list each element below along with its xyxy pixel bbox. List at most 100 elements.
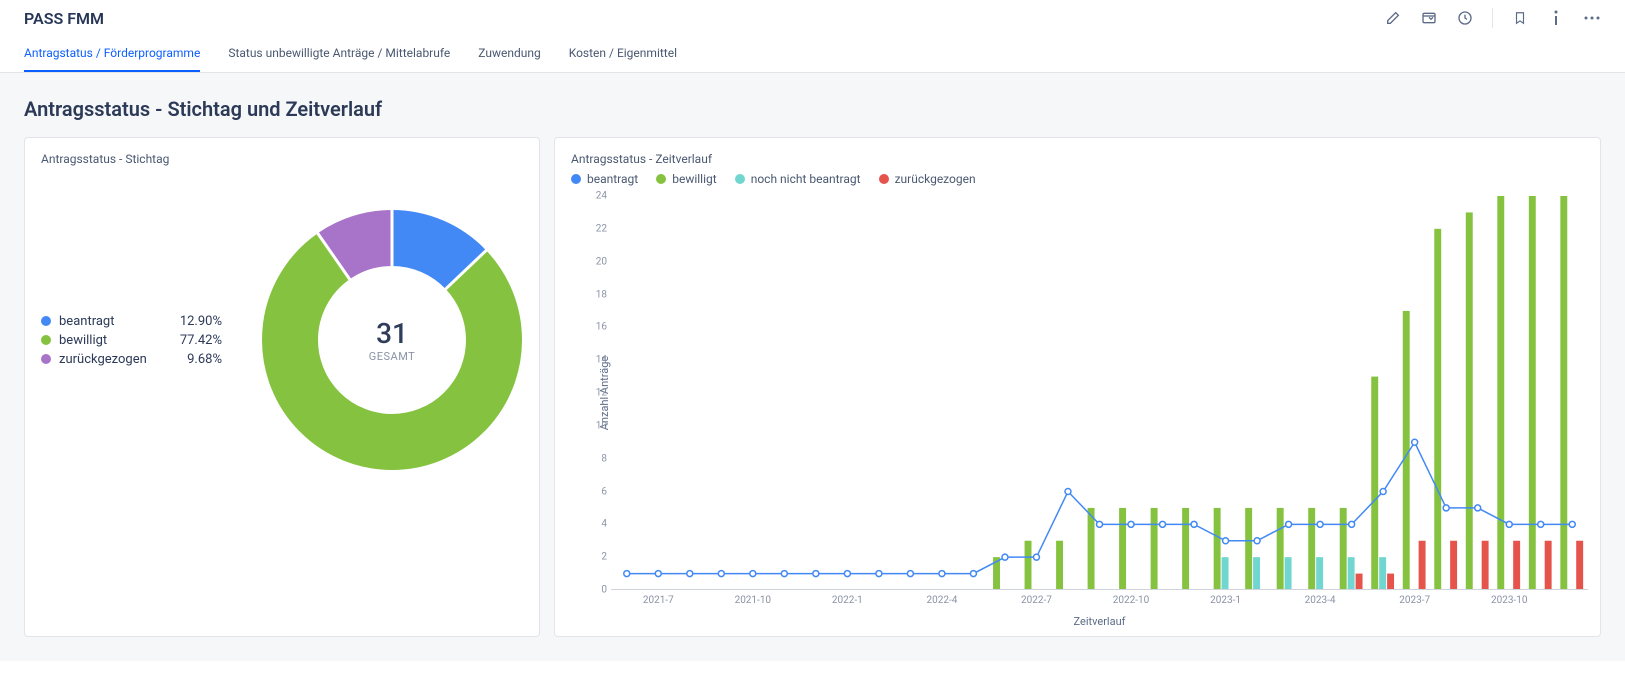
more-icon[interactable] bbox=[1583, 9, 1601, 27]
bar-bewilligt bbox=[1371, 377, 1378, 590]
x-tick: 2023-7 bbox=[1399, 595, 1430, 606]
legend-label: bewilligt bbox=[59, 333, 164, 348]
x-tick: 2023-10 bbox=[1491, 595, 1527, 606]
line-point bbox=[1538, 521, 1544, 527]
donut-legend-item: beantragt12.90% bbox=[41, 314, 222, 329]
bar-zurückgezogen bbox=[1513, 541, 1520, 590]
card-antragsstatus-zeitverlauf: Antragsstatus - Zeitverlauf beantragt bew… bbox=[554, 137, 1601, 637]
y-tick: 0 bbox=[585, 585, 607, 596]
edit-icon[interactable] bbox=[1384, 9, 1402, 27]
timeline-legend-item: beantragt bbox=[571, 172, 638, 186]
bar-bewilligt bbox=[1245, 508, 1252, 590]
line-point bbox=[687, 571, 693, 577]
line-point bbox=[750, 571, 756, 577]
x-tick: 2022-7 bbox=[1021, 595, 1052, 606]
tab-0[interactable]: Antragstatus / Förderprogramme bbox=[24, 38, 200, 72]
y-tick: 18 bbox=[585, 289, 607, 300]
separator bbox=[1492, 8, 1493, 28]
line-point bbox=[1569, 521, 1575, 527]
bar-bewilligt bbox=[1119, 508, 1126, 590]
y-tick: 4 bbox=[585, 519, 607, 530]
x-tick: 2023-1 bbox=[1210, 595, 1241, 606]
legend-label: zurückgezogen bbox=[895, 172, 976, 186]
y-tick: 12 bbox=[585, 388, 607, 399]
donut-chart bbox=[242, 190, 542, 490]
line-point bbox=[1254, 538, 1260, 544]
card-title: Antragsstatus - Zeitverlauf bbox=[571, 152, 1584, 166]
line-point bbox=[1033, 554, 1039, 560]
history-icon[interactable] bbox=[1456, 9, 1474, 27]
x-tick: 2023-4 bbox=[1305, 595, 1336, 606]
bar-zurückgezogen bbox=[1419, 541, 1426, 590]
line-point bbox=[1191, 521, 1197, 527]
bar-zurückgezogen bbox=[1576, 541, 1583, 590]
timeline-legend-item: noch nicht beantragt bbox=[735, 172, 861, 186]
x-tick: 2022-4 bbox=[926, 595, 957, 606]
info-icon[interactable] bbox=[1547, 9, 1565, 27]
card-title: Antragsstatus - Stichtag bbox=[41, 152, 523, 166]
y-tick: 8 bbox=[585, 453, 607, 464]
legend-label: noch nicht beantragt bbox=[751, 172, 861, 186]
line-point bbox=[1506, 521, 1512, 527]
line-point bbox=[876, 571, 882, 577]
bar-bewilligt bbox=[1529, 196, 1536, 590]
legend-pct: 9.68% bbox=[172, 352, 222, 367]
bar-noch nicht beantragt bbox=[1379, 557, 1386, 590]
tab-3[interactable]: Kosten / Eigenmittel bbox=[569, 38, 677, 72]
legend-label: zurückgezogen bbox=[59, 352, 164, 367]
legend-label: beantragt bbox=[587, 172, 638, 186]
legend-swatch bbox=[41, 316, 51, 326]
line-point bbox=[655, 571, 661, 577]
legend-swatch bbox=[656, 174, 666, 184]
legend-swatch bbox=[41, 335, 51, 345]
legend-swatch bbox=[41, 354, 51, 364]
bookmark-icon[interactable] bbox=[1511, 9, 1529, 27]
donut-legend-item: bewilligt 77.42% bbox=[41, 333, 222, 348]
section-title: Antragsstatus - Stichtag und Zeitverlauf bbox=[24, 97, 1601, 121]
line-point bbox=[970, 571, 976, 577]
bar-zurückgezogen bbox=[1450, 541, 1457, 590]
legend-swatch bbox=[735, 174, 745, 184]
line-point bbox=[1002, 554, 1008, 560]
y-tick: 14 bbox=[585, 355, 607, 366]
x-axis-label: Zeitverlauf bbox=[611, 615, 1588, 628]
timeline-legend-item: bewilligt bbox=[656, 172, 716, 186]
legend-swatch bbox=[571, 174, 581, 184]
line-point bbox=[1443, 505, 1449, 511]
legend-pct: 12.90% bbox=[172, 314, 222, 329]
timeline-legend: beantragt bewilligt noch nicht beantragt zu… bbox=[571, 172, 1584, 186]
line-point bbox=[1065, 489, 1071, 495]
timeline-svg bbox=[611, 196, 1588, 590]
tab-1[interactable]: Status unbewilligte Anträge / Mittelabru… bbox=[228, 38, 450, 72]
bar-bewilligt bbox=[1151, 508, 1158, 590]
bar-bewilligt bbox=[1088, 508, 1095, 590]
bar-bewilligt bbox=[1434, 229, 1441, 590]
line-point bbox=[1380, 489, 1386, 495]
y-tick: 10 bbox=[585, 420, 607, 431]
bar-noch nicht beantragt bbox=[1253, 557, 1260, 590]
x-axis-line bbox=[611, 589, 1588, 590]
bar-bewilligt bbox=[1497, 196, 1504, 590]
bar-zurückgezogen bbox=[1387, 574, 1394, 590]
legend-pct: 77.42% bbox=[172, 333, 222, 348]
header-actions bbox=[1384, 8, 1601, 28]
bar-bewilligt bbox=[1025, 541, 1032, 590]
line-point bbox=[1349, 521, 1355, 527]
y-tick: 16 bbox=[585, 322, 607, 333]
line-point bbox=[1475, 505, 1481, 511]
bar-bewilligt bbox=[1182, 508, 1189, 590]
line-point bbox=[1128, 521, 1134, 527]
page-title: PASS FMM bbox=[24, 9, 104, 28]
line-point bbox=[1097, 521, 1103, 527]
line-point bbox=[624, 571, 630, 577]
tab-2[interactable]: Zuwendung bbox=[478, 38, 540, 72]
bar-zurückgezogen bbox=[1356, 574, 1363, 590]
y-tick: 2 bbox=[585, 552, 607, 563]
line-point bbox=[1160, 521, 1166, 527]
card-antragsstatus-stichtag: Antragsstatus - Stichtag beantragt12.90%… bbox=[24, 137, 540, 637]
x-tick: 2022-1 bbox=[832, 595, 863, 606]
bar-bewilligt bbox=[1560, 196, 1567, 590]
bar-noch nicht beantragt bbox=[1316, 557, 1323, 590]
export-icon[interactable] bbox=[1420, 9, 1438, 27]
line-point bbox=[1412, 439, 1418, 445]
